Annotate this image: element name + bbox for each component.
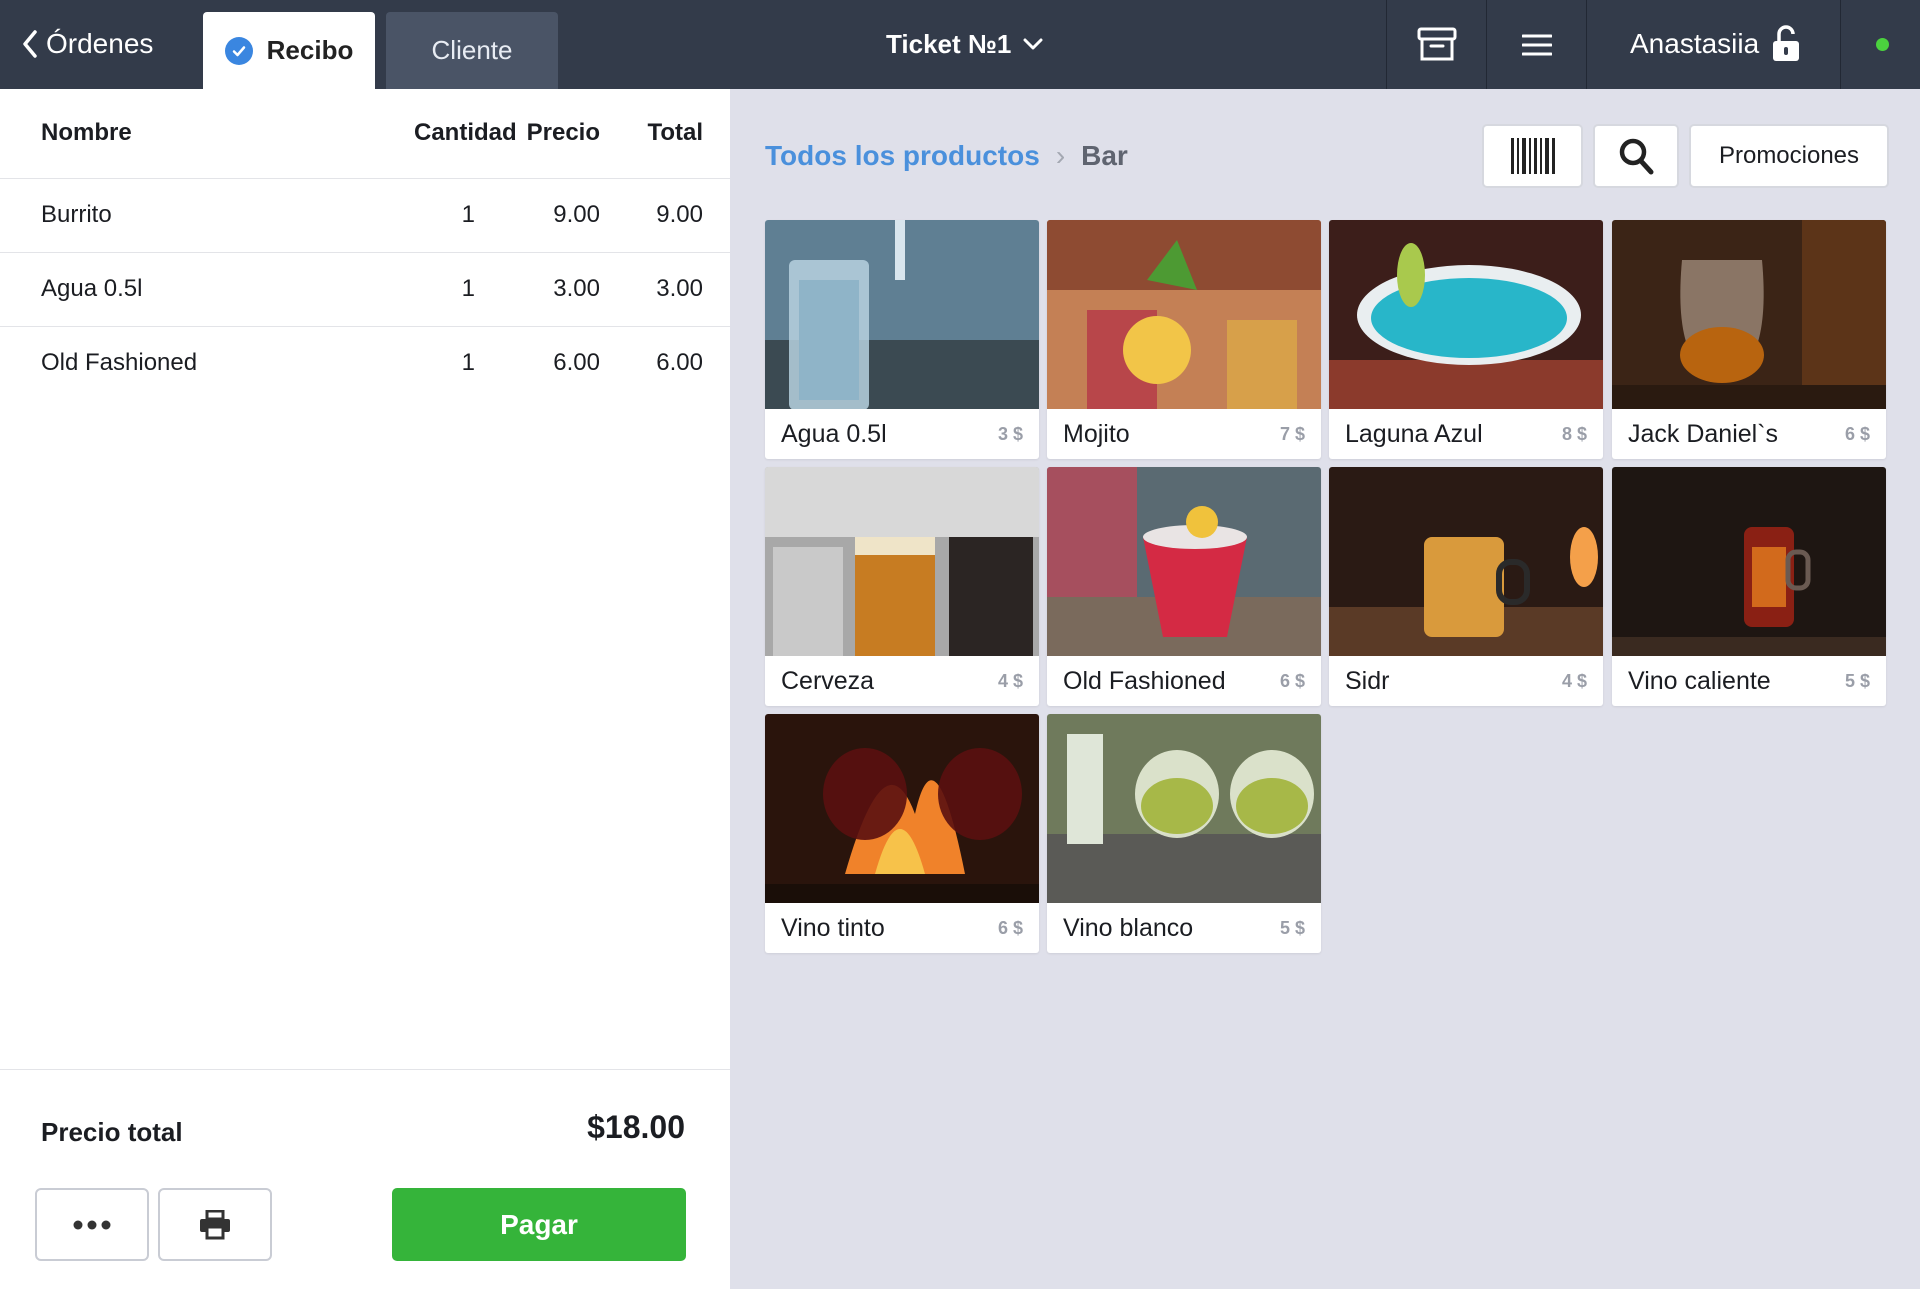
unlock-icon xyxy=(1773,25,1800,61)
product-name: Old Fashioned xyxy=(1063,667,1226,695)
product-name: Vino tinto xyxy=(781,914,885,942)
receipt-row[interactable]: Old Fashioned 1 6.00 6.00 xyxy=(0,327,730,401)
product-card[interactable]: Jack Daniel`s 6 $ xyxy=(1612,220,1886,459)
back-to-orders-button[interactable]: Órdenes xyxy=(22,24,153,64)
printer-icon xyxy=(200,1209,230,1239)
product-price: 3 $ xyxy=(997,424,1023,444)
product-photo xyxy=(1612,467,1886,656)
product-card[interactable]: Vino blanco 5 $ xyxy=(1047,714,1321,953)
check-circle-icon xyxy=(224,36,253,65)
more-dots-icon xyxy=(73,1220,111,1229)
product-price: 6 $ xyxy=(1279,671,1305,691)
chevron-left-icon xyxy=(23,30,37,58)
breadcrumb: Todos los productos › Bar xyxy=(765,140,1128,172)
product-card[interactable]: Vino tinto 6 $ xyxy=(765,714,1039,953)
menu-button[interactable] xyxy=(1487,0,1586,89)
product-photo xyxy=(1329,220,1603,409)
product-name: Jack Daniel`s xyxy=(1628,420,1779,448)
product-price: 5 $ xyxy=(1844,671,1870,691)
item-total: 6.00 xyxy=(656,349,703,376)
breadcrumb-all-products[interactable]: Todos los productos xyxy=(765,140,1040,172)
product-photo xyxy=(1612,220,1886,409)
breadcrumb-separator-icon: › xyxy=(1055,140,1066,171)
receipt-panel: Nombre Cantidad Precio Total Burrito 1 9… xyxy=(0,89,730,1289)
product-photo xyxy=(1047,467,1321,656)
archive-button[interactable] xyxy=(1387,0,1486,89)
divider xyxy=(1840,0,1841,89)
product-price: 4 $ xyxy=(1561,671,1587,691)
product-name: Cerveza xyxy=(781,667,875,695)
receipt-table-header: Nombre Cantidad Precio Total xyxy=(0,89,730,179)
tab-recibo-label: Recibo xyxy=(266,35,354,65)
ticket-label: Ticket №1 xyxy=(886,28,1012,59)
product-name: Laguna Azul xyxy=(1345,420,1483,448)
user-menu[interactable]: Anastasiia xyxy=(1630,24,1801,64)
chevron-down-icon xyxy=(1023,38,1043,50)
back-label: Órdenes xyxy=(46,28,154,59)
product-name: Mojito xyxy=(1063,420,1130,448)
product-price: 7 $ xyxy=(1279,424,1305,444)
tab-cliente-label: Cliente xyxy=(431,35,513,65)
product-photo xyxy=(765,220,1039,409)
breadcrumb-current: Bar xyxy=(1081,140,1128,171)
print-button[interactable] xyxy=(158,1188,272,1261)
promotions-button[interactable]: Promociones xyxy=(1689,124,1889,188)
product-name: Agua 0.5l xyxy=(781,420,887,448)
product-card[interactable]: Vino caliente 5 $ xyxy=(1612,467,1886,706)
product-card[interactable]: Sidr 4 $ xyxy=(1329,467,1603,706)
product-photo xyxy=(765,714,1039,903)
tab-cliente[interactable]: Cliente xyxy=(386,12,558,89)
barcode-icon xyxy=(1510,138,1555,174)
total-label: Precio total xyxy=(41,1117,183,1147)
product-photo xyxy=(1047,220,1321,409)
search-button[interactable] xyxy=(1593,124,1679,188)
ticket-selector[interactable]: Ticket №1 xyxy=(886,24,1043,64)
product-name: Sidr xyxy=(1345,667,1390,695)
product-price: 6 $ xyxy=(997,918,1023,938)
product-card[interactable]: Cerveza 4 $ xyxy=(765,467,1039,706)
product-price: 5 $ xyxy=(1279,918,1305,938)
search-icon xyxy=(1619,138,1654,175)
pay-button[interactable]: Pagar xyxy=(392,1188,686,1261)
item-total: 3.00 xyxy=(656,275,703,302)
archive-icon xyxy=(1417,27,1456,60)
top-bar: Órdenes Recibo Cliente Ticket №1 Anastas… xyxy=(0,0,1920,89)
receipt-row[interactable]: Burrito 1 9.00 9.00 xyxy=(0,179,730,253)
product-card[interactable]: Agua 0.5l 3 $ xyxy=(765,220,1039,459)
product-card[interactable]: Mojito 7 $ xyxy=(1047,220,1321,459)
product-photo xyxy=(1047,714,1321,903)
product-photo xyxy=(1329,467,1603,656)
divider xyxy=(1586,0,1587,89)
product-price: 4 $ xyxy=(997,671,1023,691)
user-name: Anastasiia xyxy=(1630,28,1760,59)
product-photo xyxy=(765,467,1039,656)
column-header-total: Total xyxy=(647,119,703,146)
menu-icon xyxy=(1521,34,1552,55)
product-card[interactable]: Old Fashioned 6 $ xyxy=(1047,467,1321,706)
receipt-row[interactable]: Agua 0.5l 1 3.00 3.00 xyxy=(0,253,730,327)
product-name: Vino caliente xyxy=(1628,667,1771,695)
barcode-button[interactable] xyxy=(1482,124,1583,188)
divider xyxy=(0,1069,730,1070)
product-card[interactable]: Laguna Azul 8 $ xyxy=(1329,220,1603,459)
item-total: 9.00 xyxy=(656,201,703,228)
product-price: 8 $ xyxy=(1561,424,1587,444)
product-name: Vino blanco xyxy=(1063,914,1194,942)
online-status-indicator xyxy=(1876,38,1889,51)
product-price: 6 $ xyxy=(1844,424,1870,444)
tab-recibo[interactable]: Recibo xyxy=(203,12,375,89)
total-value: $18.00 xyxy=(587,1109,685,1145)
more-options-button[interactable] xyxy=(35,1188,149,1261)
